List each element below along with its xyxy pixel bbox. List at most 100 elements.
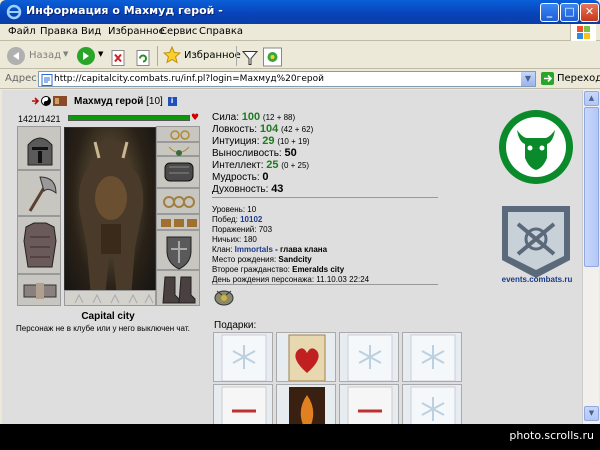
forward-dropdown-icon[interactable]: ▼	[98, 50, 103, 72]
stats-list: Сила: 100 (12 + 88) Ловкость: 104 (42 + 6…	[212, 111, 313, 195]
clan-label: Клан:	[212, 245, 233, 254]
minimize-button[interactable]: _	[540, 3, 559, 22]
clan-row: Клан: Immortals - глава клана	[212, 245, 369, 255]
scroll-thumb[interactable]	[584, 107, 599, 267]
toolbar: Назад ▼ ▼ Избранное	[0, 42, 600, 69]
stat-label: Интуиция:	[212, 136, 260, 147]
close-button[interactable]: ✕	[580, 3, 599, 22]
character-name: Махмуд герой [10] i	[74, 96, 177, 107]
go-arrow-icon	[541, 72, 554, 85]
ring-icon	[163, 196, 195, 208]
messenger-icon[interactable]	[263, 46, 282, 68]
birthday-value: 11.10.03 22:24	[316, 275, 370, 284]
shield-slot[interactable]	[156, 230, 200, 270]
vertical-scrollbar[interactable]: ▲ ▼	[582, 90, 599, 424]
address-dropdown-icon[interactable]: ▼	[521, 72, 535, 86]
menu-tools[interactable]: Сервис	[160, 26, 197, 37]
gloves-slot[interactable]	[156, 156, 200, 188]
fire-card-icon	[289, 387, 325, 424]
clan-link[interactable]: Immortals	[235, 245, 273, 254]
character-portrait	[64, 127, 156, 305]
menu-file[interactable]: Файл	[8, 26, 36, 37]
citizenship-value: Emeralds city	[292, 265, 345, 274]
refresh-icon[interactable]	[135, 47, 151, 69]
address-input[interactable]: http://capitalcity.combats.ru/inf.pl?log…	[38, 71, 536, 87]
snowflake-card-icon	[347, 334, 393, 381]
helmet-icon	[27, 137, 53, 166]
title-bar[interactable]: Информация о Махмуд герой - _ □ ✕	[0, 0, 600, 24]
snowflake-card-icon	[410, 386, 456, 424]
wins-value[interactable]: 10102	[240, 215, 262, 224]
gift-item[interactable]	[276, 332, 336, 382]
address-bar: Адрес: http://capitalcity.combats.ru/inf…	[0, 70, 600, 89]
clan-emblem-icon[interactable]	[497, 108, 575, 186]
stop-icon[interactable]	[110, 47, 126, 69]
scroll-up-icon[interactable]: ▲	[584, 91, 599, 106]
gift-item[interactable]	[402, 384, 462, 424]
forward-button[interactable]	[76, 45, 96, 67]
empty-slot-icon	[74, 293, 154, 304]
weapon-slot[interactable]	[17, 170, 61, 216]
gift-item[interactable]	[213, 384, 273, 424]
gift-item[interactable]	[339, 384, 399, 424]
belt-icon	[23, 283, 57, 299]
boots-slot[interactable]	[156, 270, 200, 306]
events-link[interactable]: events.combats.ru	[492, 275, 582, 284]
snowflake-card-icon	[410, 334, 456, 381]
back-dropdown-icon[interactable]: ▼	[63, 50, 68, 72]
birthday-label: День рождения персонажа:	[212, 275, 315, 284]
new-year-card-icon	[347, 386, 393, 424]
stat-extra: (10 + 19)	[277, 137, 310, 146]
empty-slots	[64, 290, 156, 306]
address-url: http://capitalcity.combats.ru/inf.pl?log…	[54, 74, 324, 84]
page-content: Махмуд герой [10] i 1421/1421 ♥ Capital …	[2, 90, 582, 424]
divider	[212, 197, 438, 198]
helmet-slot[interactable]	[17, 126, 61, 170]
maximize-button[interactable]: □	[560, 3, 579, 22]
losses-row: Поражений: 703	[212, 225, 369, 235]
gift-item[interactable]	[213, 332, 273, 382]
back-button[interactable]: Назад	[6, 45, 66, 67]
favorites-button[interactable]: Избранное	[163, 45, 241, 67]
events-emblem-icon[interactable]	[496, 204, 576, 280]
menu-edit[interactable]: Правка	[40, 26, 78, 37]
losses-value: 703	[258, 225, 273, 234]
menu-favorites[interactable]: Избранное	[108, 26, 165, 37]
gift-item[interactable]	[402, 332, 462, 382]
address-label: Адрес:	[5, 73, 41, 84]
stat-row: Ловкость: 104 (42 + 62)	[212, 123, 313, 135]
gift-item[interactable]	[339, 332, 399, 382]
rings-slot[interactable]	[156, 188, 200, 214]
hp-value: 1421/1421	[18, 114, 61, 124]
stat-label: Духовность:	[212, 184, 269, 195]
stat-extra: (12 + 88)	[262, 113, 296, 122]
info-icon[interactable]: i	[167, 96, 177, 106]
filter-icon[interactable]	[241, 47, 259, 69]
menu-view[interactable]: Вид	[81, 26, 101, 37]
stat-row: Интеллект: 25 (0 + 25)	[212, 159, 313, 171]
belt-slot[interactable]	[17, 274, 61, 306]
gift-item[interactable]	[276, 384, 336, 424]
citizenship-label: Второе гражданство:	[212, 265, 290, 274]
armor-slot[interactable]	[17, 216, 61, 274]
details-list: Уровень: 10 Побед: 10102 Поражений: 703 …	[212, 205, 369, 285]
windows-flag-icon	[570, 24, 596, 41]
amulet-slot[interactable]	[156, 142, 200, 156]
birthplace-value: Sandcity	[278, 255, 312, 264]
scrolls-slot[interactable]	[156, 214, 200, 230]
earring-slot[interactable]	[156, 126, 200, 142]
draws-row: Ничьих: 180	[212, 235, 369, 245]
citizenship-row: Второе гражданство: Emeralds city	[212, 265, 369, 275]
stat-value: 29	[262, 135, 275, 147]
wins-label: Побед:	[212, 215, 238, 224]
stat-value: 50	[284, 147, 297, 159]
menu-help[interactable]: Справка	[199, 26, 243, 37]
scroll-down-icon[interactable]: ▼	[584, 406, 599, 421]
back-label: Назад	[29, 50, 62, 61]
medal-icon[interactable]	[213, 288, 235, 306]
level-row: Уровень: 10	[212, 205, 369, 215]
draws-value: 180	[243, 235, 257, 244]
back-arrow-icon	[7, 47, 25, 65]
stat-value: 100	[241, 111, 261, 123]
stat-value: 43	[271, 183, 284, 195]
